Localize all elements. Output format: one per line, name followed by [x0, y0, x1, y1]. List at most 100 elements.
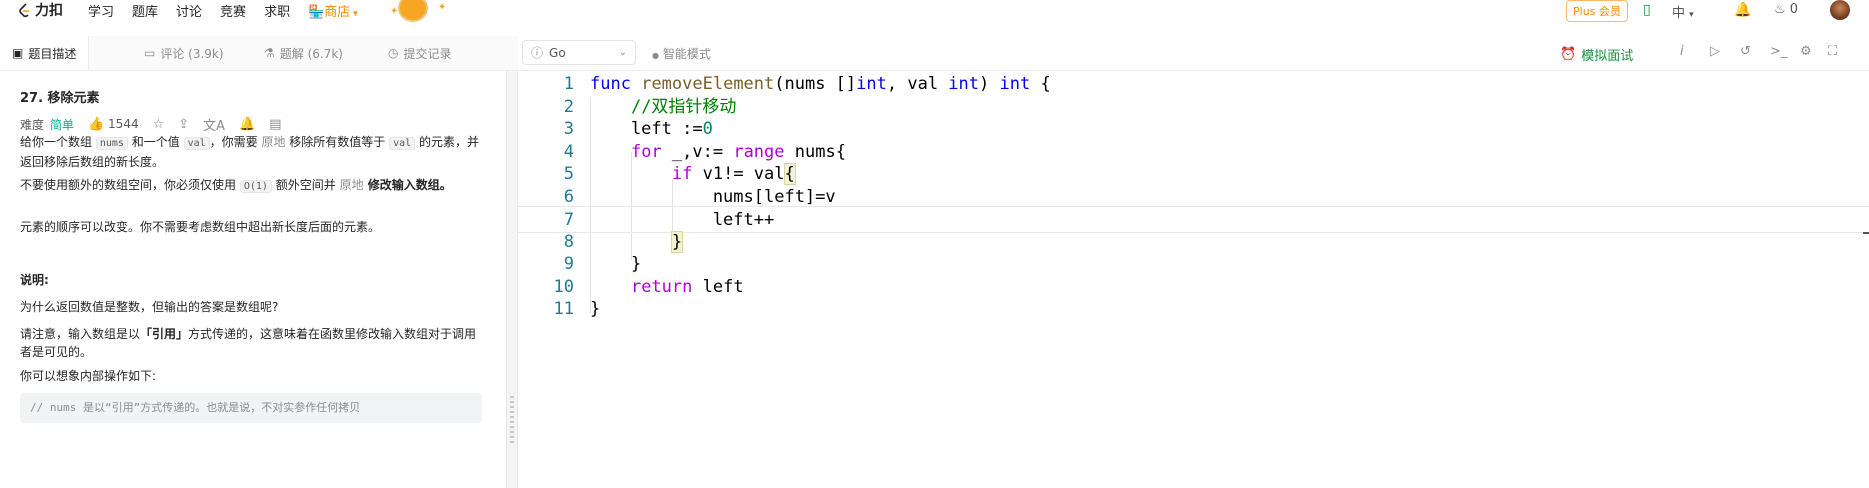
thumbs-up-icon: 👍 [88, 117, 105, 132]
inline-code: val [389, 137, 416, 150]
constraint-paragraph: 不要使用额外的数组空间，你必须仅使用 O(1) 额外空间并 原地 修改输入数组。 [20, 176, 482, 196]
streak-count: 0 [1789, 2, 1799, 17]
logo-text: 力扣 [35, 3, 63, 19]
difficulty-label: 难度 [20, 118, 45, 132]
description-icon: ▣ [12, 46, 24, 60]
code-text: } [590, 299, 601, 319]
nav-jobs[interactable]: 求职 [264, 1, 290, 20]
chevron-down-icon: ⌄ [618, 47, 627, 58]
share-icon[interactable]: ⇪ [178, 117, 189, 132]
inline-code: O(1) [239, 180, 272, 193]
text: 请注意，输入数组是以 [20, 327, 141, 341]
star-icon[interactable]: ☆ [153, 117, 165, 132]
problem-title: 27. 移除元素 [20, 91, 100, 106]
scrollbar-marker[interactable] [1863, 232, 1869, 234]
nav-problems[interactable]: 题库 [132, 1, 158, 20]
code-line: 11} [518, 296, 1869, 323]
language-select[interactable]: ⓘ Go ⌄ [522, 40, 636, 65]
store-icon: 🏪 [308, 4, 325, 20]
fullscreen-icon[interactable]: ⛶ [1828, 44, 1837, 59]
top-navbar: 力扣 学习 题库 讨论 竞赛 求职 🏪商店 ▾ ✦ ✦ Plus 会员 ▯ 中 … [0, 0, 1869, 24]
problem-tabs: ▣ 题目描述 ▭ 评论 (3.9k) ⚗ 题解 (6.7k) ◷ 提交记录 [0, 36, 518, 71]
phone-icon[interactable]: ▯ [1643, 2, 1651, 18]
text: 不要使用额外的数组空间，你必须仅使用 [20, 178, 240, 192]
avatar[interactable] [1830, 0, 1850, 20]
leetcode-logo[interactable]: 力扣 [18, 0, 63, 20]
nav-contest[interactable]: 竞赛 [220, 1, 246, 20]
explanation-heading: 说明: [20, 273, 49, 287]
emphasis-text: 原地 [339, 178, 364, 192]
like-count: 1544 [108, 117, 139, 131]
nav-discuss[interactable]: 讨论 [176, 1, 202, 20]
alarm-clock-icon: ⏰ [1560, 47, 1577, 62]
imagine-paragraph: 你可以想象内部操作如下: [20, 369, 157, 383]
inline-code: val [183, 137, 210, 150]
tab-submissions[interactable]: ◷ 提交记录 [388, 36, 452, 70]
settings-icon[interactable]: ⚙ [1800, 44, 1812, 59]
panel-resize-handle[interactable] [506, 71, 518, 488]
smart-mode-toggle[interactable]: ● 智能模式 [652, 45, 711, 62]
tab-submissions-label: 提交记录 [403, 46, 452, 61]
editor-toolbar: ⓘ Go ⌄ ● 智能模式 ⏰ 模拟面试 i ▷ ↺ >_ ⚙ ⛶ [518, 36, 1869, 71]
main-nav: 学习 题库 讨论 竞赛 求职 🏪商店 ▾ [88, 0, 358, 20]
flame-icon: ♨ [1774, 2, 1786, 17]
sparkle-icon: ✦ [438, 2, 447, 13]
inline-code: nums [95, 137, 128, 150]
flask-icon: ⚗ [264, 46, 275, 60]
text: 和一个值 [127, 135, 184, 149]
translate-icon[interactable]: 文A [203, 115, 225, 134]
notification-icon[interactable]: 🔔 [239, 117, 255, 132]
history-icon: ◷ [388, 46, 399, 60]
emphasis-text: 原地 [261, 135, 286, 149]
chevron-down-icon: ▾ [350, 8, 358, 19]
tab-comments-label: 评论 (3.9k) [160, 46, 224, 61]
language-label: 中 [1672, 6, 1686, 21]
bell-icon[interactable]: 🔔 [1734, 2, 1751, 18]
problem-description-panel: 27. 移除元素 难度 简单 👍 1544 ☆ ⇪ 文A 🔔 ▤ 给你一个数组 … [0, 71, 506, 488]
dot-icon: ● [652, 51, 659, 60]
info-icon[interactable]: i [1680, 44, 1684, 59]
mock-interview-label: 模拟面试 [1581, 49, 1634, 64]
tab-description-label: 题目描述 [28, 46, 77, 61]
info-icon: ⓘ [531, 46, 544, 60]
order-paragraph: 元素的顺序可以改变。你不需要考虑数组中超出新长度后面的元素。 [20, 220, 381, 234]
text: 给你一个数组 [20, 135, 96, 149]
explanation-paragraph: 请注意，输入数组是以「引用」方式传递的，这意味着在函数里修改输入数组对于调用者是… [20, 325, 482, 361]
tab-description[interactable]: ▣ 题目描述 [0, 36, 90, 70]
code-editor[interactable]: 1 func removeElement(nums []int, val int)… [518, 71, 1869, 488]
chevron-down-icon: ▾ [1689, 10, 1694, 20]
bold-text: 。 [439, 178, 452, 192]
coin-icon[interactable] [398, 0, 428, 22]
store-label: 商店 [324, 4, 351, 20]
reset-icon[interactable]: ↺ [1740, 44, 1751, 59]
smart-mode-label: 智能模式 [662, 47, 711, 61]
nav-learn[interactable]: 学习 [88, 1, 114, 20]
text: ，你需要 [209, 135, 262, 149]
code-example-block: // nums 是以“引用”方式传递的。也就是说，不对实参作任何拷贝 [20, 393, 482, 423]
tab-solutions[interactable]: ⚗ 题解 (6.7k) [264, 36, 343, 70]
description-paragraph: 给你一个数组 nums 和一个值 val ，你需要 原地 移除所有数值等于 val… [20, 133, 482, 171]
mock-interview-button[interactable]: ⏰ 模拟面试 [1560, 45, 1633, 64]
terminal-icon[interactable]: >_ [1770, 44, 1787, 59]
streak-counter[interactable]: ♨ 0 [1774, 2, 1798, 17]
grip-icon [510, 396, 514, 446]
line-number: 11 [553, 299, 574, 319]
explanation-question: 为什么返回数值是整数，但输出的答案是数组呢? [20, 300, 279, 314]
plus-membership-button[interactable]: Plus 会员 [1566, 0, 1628, 22]
tab-solutions-label: 题解 (6.7k) [279, 46, 343, 61]
comment-icon: ▭ [144, 46, 156, 60]
language-switch[interactable]: 中 ▾ [1672, 2, 1694, 21]
difficulty-badge: 简单 [50, 118, 75, 132]
language-value: Go [549, 45, 566, 60]
nav-store[interactable]: 🏪商店 ▾ [308, 1, 358, 20]
problem-meta: 难度 简单 👍 1544 ☆ ⇪ 文A 🔔 ▤ [20, 115, 282, 134]
leetcode-logo-icon [19, 2, 29, 17]
play-icon[interactable]: ▷ [1710, 44, 1720, 59]
code-example-text: // nums 是以“引用”方式传递的。也就是说，不对实参作任何拷贝 [30, 401, 361, 414]
feedback-icon[interactable]: ▤ [269, 117, 281, 132]
text: 额外空间并 [271, 178, 340, 192]
bold-text: 修改输入数组 [363, 178, 440, 192]
tab-comments[interactable]: ▭ 评论 (3.9k) [144, 36, 224, 70]
like-button[interactable]: 👍 1544 [88, 117, 139, 132]
bold-text: 「引用」 [140, 327, 189, 341]
